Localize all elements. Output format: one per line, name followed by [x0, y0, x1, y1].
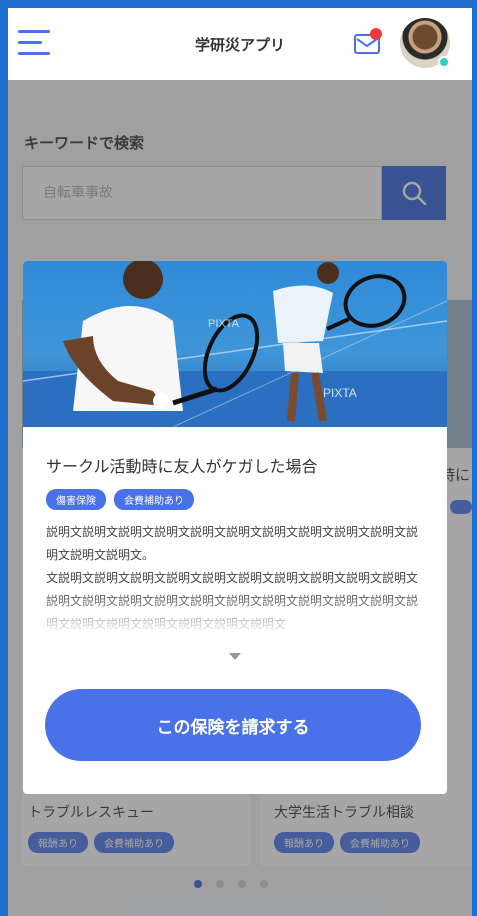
modal-title: サークル活動時に友人がケガした場合	[46, 457, 318, 476]
tag: 会費補助あり	[114, 489, 194, 510]
phone-screen: 学研災アプリ キーワードで検索 トラブルレスキュー 報酬あり 会費補助あり 大学…	[8, 8, 472, 916]
description-fade	[23, 591, 447, 641]
tennis-photo: PIXTA PIXTA	[23, 261, 447, 427]
tag: 傷害保険	[46, 489, 106, 510]
online-status-dot	[438, 56, 450, 68]
photo-watermark: PIXTA	[323, 386, 357, 400]
photo-watermark: PIXTA	[208, 318, 240, 330]
notification-badge	[370, 28, 382, 40]
modal-tags: 傷害保険 会費補助あり	[46, 489, 194, 510]
chevron-down-icon[interactable]	[229, 653, 241, 660]
app-header: 学研災アプリ	[8, 8, 472, 80]
claim-insurance-button[interactable]: この保険を請求する	[45, 689, 421, 761]
insurance-detail-modal: PIXTA PIXTA サークル活動時に友人がケガした場合 傷害保険 会費補助あ…	[23, 261, 447, 794]
